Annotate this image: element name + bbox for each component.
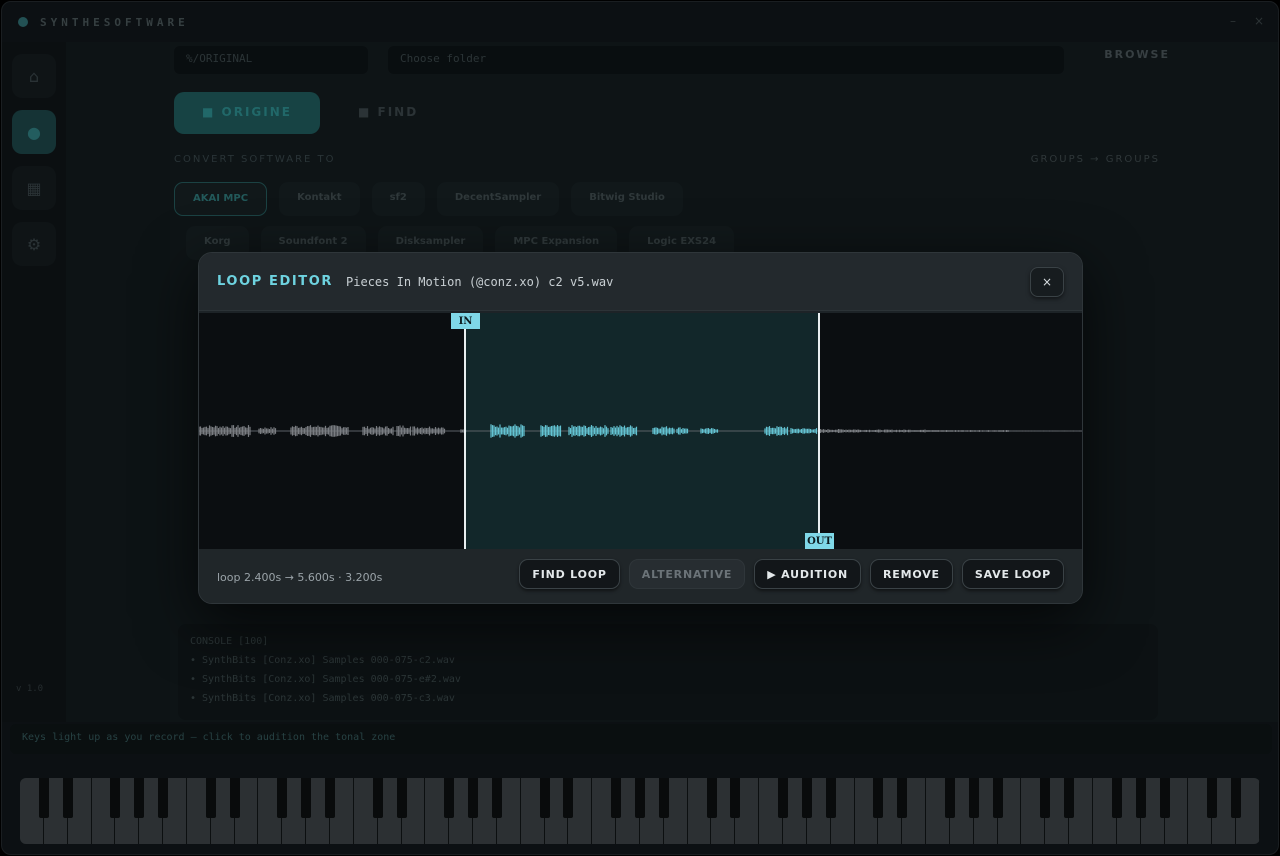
modal-title: LOOP EDITOR (217, 274, 334, 289)
alternative-button[interactable]: ALTERNATIVE (628, 559, 746, 589)
waveform-view[interactable]: IN OUT (199, 313, 1082, 549)
loop-in-marker[interactable] (464, 313, 466, 549)
audition-button[interactable]: ▶ AUDITION (754, 559, 862, 589)
loop-in-tag[interactable]: IN (451, 313, 480, 329)
find-loop-button[interactable]: FIND LOOP (519, 559, 620, 589)
loop-editor-modal: LOOP EDITOR Pieces In Motion (@conz.xo) … (198, 252, 1083, 604)
action-buttons: FIND LOOP ALTERNATIVE ▶ AUDITION REMOVE … (519, 559, 1064, 589)
modal-header: LOOP EDITOR Pieces In Motion (@conz.xo) … (199, 253, 1082, 311)
remove-button[interactable]: REMOVE (870, 559, 953, 589)
close-button[interactable]: × (1030, 267, 1064, 297)
modal-footer: loop 2.400s → 5.600s · 3.200s FIND LOOP … (199, 549, 1082, 603)
waveform (199, 424, 1082, 438)
modal-filename: Pieces In Motion (@conz.xo) c2 v5.wav (346, 274, 614, 289)
loop-info: loop 2.400s → 5.600s · 3.200s (217, 570, 383, 584)
loop-out-marker[interactable] (818, 313, 820, 549)
save-loop-button[interactable]: SAVE LOOP (961, 559, 1064, 589)
loop-out-tag[interactable]: OUT (805, 533, 834, 549)
